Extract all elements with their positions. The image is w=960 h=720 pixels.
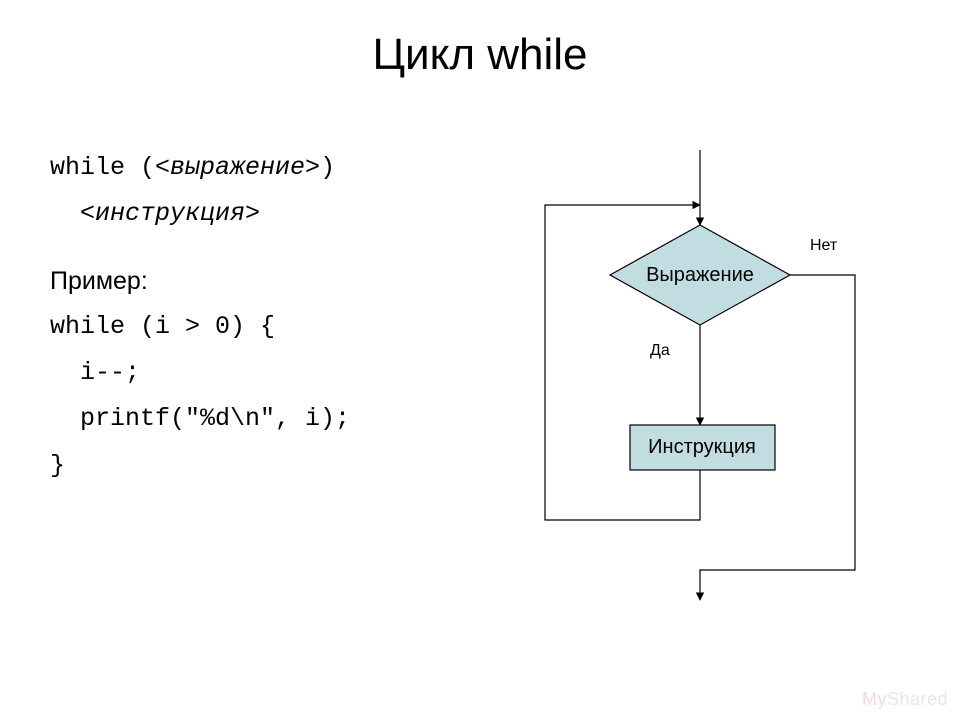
expression-placeholder: <выражение> (155, 153, 320, 182)
syntax-line-1: while (<выражение>) (50, 145, 350, 191)
close-paren: ) (320, 153, 335, 182)
example-heading: Пример: (50, 258, 350, 304)
while-keyword: while ( (50, 153, 155, 182)
syntax-line-2: <инструкция> (50, 191, 350, 237)
watermark: MyShared (862, 689, 948, 710)
example-line-4: } (50, 443, 350, 489)
flowchart: Выражение Да Инструкция Нет (500, 150, 920, 610)
process-label: Инструкция (648, 436, 756, 458)
example-line-1: while (i > 0) { (50, 304, 350, 350)
no-label: Нет (810, 237, 838, 254)
example-line-3: printf("%d\n", i); (50, 396, 350, 442)
watermark-shared: Shared (887, 689, 948, 709)
example-line-2: i--; (50, 350, 350, 396)
decision-label: Выражение (646, 264, 754, 286)
watermark-my: My (862, 689, 887, 709)
yes-label: Да (650, 342, 670, 359)
code-block: while (<выражение>) <инструкция> Пример:… (50, 145, 350, 489)
page-title: Цикл while (0, 30, 960, 80)
